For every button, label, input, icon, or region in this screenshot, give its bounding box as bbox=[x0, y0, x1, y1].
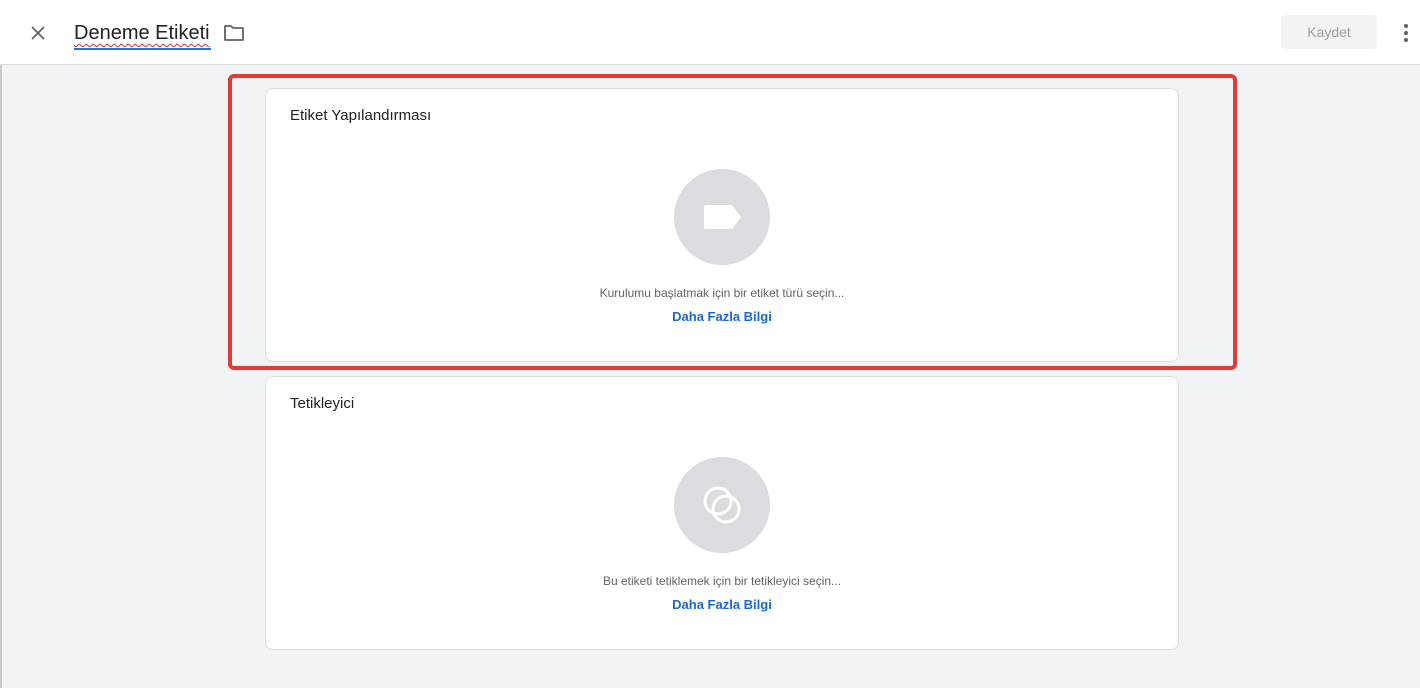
close-button[interactable] bbox=[22, 17, 54, 49]
tag-icon bbox=[704, 205, 741, 229]
tag-icon-circle[interactable] bbox=[674, 169, 770, 265]
trigger-card[interactable]: Tetikleyici Bu etiketi tetiklemek için b… bbox=[265, 376, 1179, 650]
tag-learn-more-link[interactable]: Daha Fazla Bilgi bbox=[672, 309, 772, 324]
more-options-button[interactable] bbox=[1394, 17, 1418, 49]
folder-icon bbox=[224, 25, 244, 41]
trigger-title: Tetikleyici bbox=[290, 395, 355, 412]
tag-configuration-card[interactable]: Etiket Yapılandırması Kurulumu başlatmak… bbox=[265, 88, 1179, 362]
more-vert-icon bbox=[1404, 24, 1408, 42]
left-edge-divider bbox=[0, 65, 2, 688]
trigger-hint: Bu etiketi tetiklemek için bir tetikleyi… bbox=[602, 574, 842, 588]
trigger-icon-circle[interactable] bbox=[674, 457, 770, 553]
tag-configuration-title: Etiket Yapılandırması bbox=[290, 107, 432, 124]
folder-button[interactable] bbox=[221, 21, 247, 45]
trigger-learn-more-link[interactable]: Daha Fazla Bilgi bbox=[672, 597, 772, 612]
trigger-icon bbox=[703, 486, 741, 524]
tag-name-title[interactable]: Deneme Etiketi bbox=[74, 20, 211, 50]
top-bar: Deneme Etiketi Kaydet bbox=[0, 0, 1420, 65]
close-icon bbox=[31, 26, 45, 40]
tag-configuration-hint: Kurulumu başlatmak için bir etiket türü … bbox=[599, 286, 845, 300]
save-button[interactable]: Kaydet bbox=[1281, 15, 1377, 49]
